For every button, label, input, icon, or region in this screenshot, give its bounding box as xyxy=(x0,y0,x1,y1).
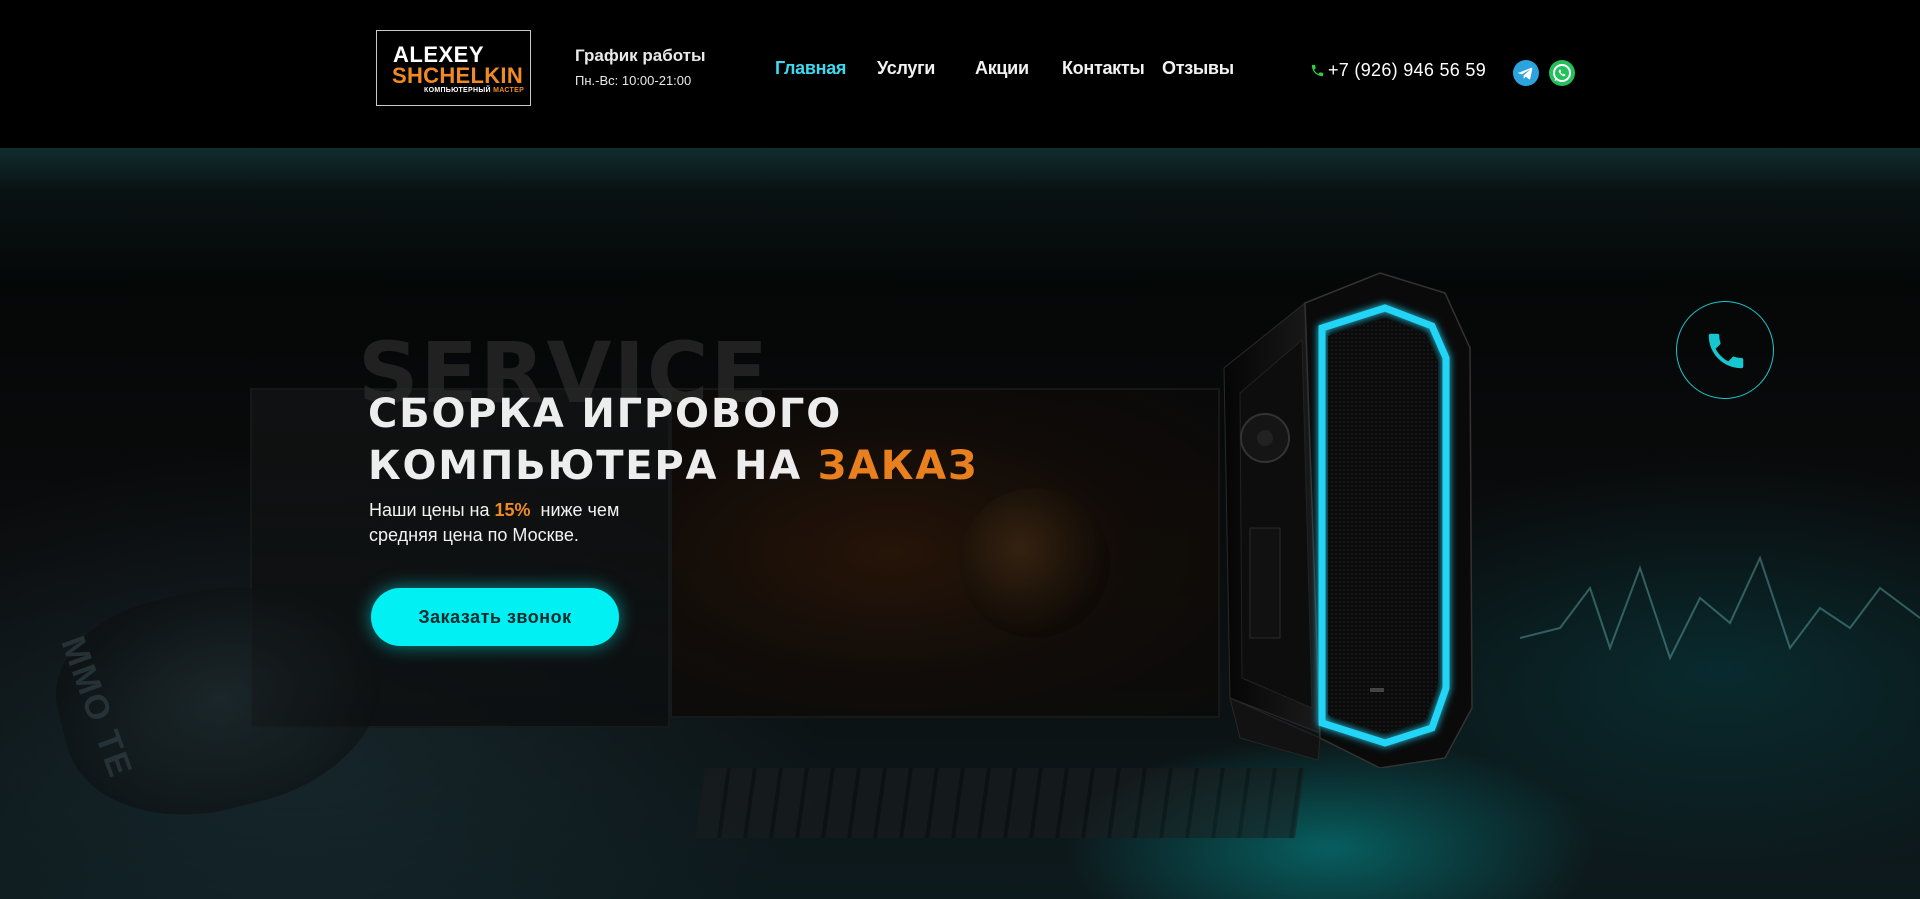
background-planet xyxy=(960,488,1110,638)
subtext-suffix: ниже чем xyxy=(530,500,620,520)
logo-tagline: КОМПЬЮТЕРНЫЙ МАСТЕР xyxy=(424,87,524,94)
headline-line2-prefix: КОМПЬЮТЕРА НА xyxy=(368,443,818,489)
telegram-icon[interactable] xyxy=(1513,60,1539,86)
schedule-hours: Пн.-Вс: 10:00-21:00 xyxy=(575,73,692,88)
schedule-title: График работы xyxy=(575,46,706,65)
site-header: ALEXEY SHCHELKIN КОМПЬЮТЕРНЫЙ МАСТЕР Гра… xyxy=(0,0,1920,148)
hero-subtext: Наши цены на 15% ниже чем средняя цена п… xyxy=(369,498,619,548)
logo-tagline-white: КОМПЬЮТЕРНЫЙ xyxy=(424,87,491,94)
subtext-line2: средняя цена по Москве. xyxy=(369,525,579,545)
logo-name-last: SHCHELKIN xyxy=(392,63,524,88)
hero-section: MMO TE SERVICE СБОРКА ИГРОВОГО КОМПЬЮТЕР… xyxy=(0,148,1920,899)
hero-top-glow xyxy=(0,148,1920,188)
order-call-button[interactable]: Заказать звонок xyxy=(371,588,619,646)
work-schedule: График работы Пн.-Вс: 10:00-21:00 xyxy=(575,46,706,88)
logo[interactable]: ALEXEY SHCHELKIN КОМПЬЮТЕРНЫЙ МАСТЕР xyxy=(376,30,531,106)
headline-line1: СБОРКА ИГРОВОГО xyxy=(368,391,843,437)
background-keyboard xyxy=(695,768,1305,838)
nav-item-contacts[interactable]: Контакты xyxy=(1062,58,1145,79)
floating-call-button[interactable] xyxy=(1676,301,1774,399)
logo-tagline-orange: МАСТЕР xyxy=(493,87,525,94)
phone-icon xyxy=(1708,333,1744,369)
nav-item-home[interactable]: Главная xyxy=(775,58,846,79)
phone-icon xyxy=(1311,64,1324,77)
subtext-percent: 15% xyxy=(494,500,531,520)
gaming-pc-image xyxy=(1223,272,1473,768)
nav-item-reviews[interactable]: Отзывы xyxy=(1162,58,1234,79)
subtext-prefix: Наши цены на xyxy=(369,500,495,520)
phone-number[interactable]: +7 (926) 946 56 59 xyxy=(1328,60,1486,81)
background-wave xyxy=(1520,555,1920,661)
headline-accent: ЗАКАЗ xyxy=(817,443,979,489)
header-phone[interactable]: +7 (926) 946 56 59 xyxy=(1310,60,1486,81)
hero-headline: СБОРКА ИГРОВОГО КОМПЬЮТЕРА НА ЗАКАЗ xyxy=(368,388,978,492)
nav-item-promotions[interactable]: Акции xyxy=(975,58,1029,79)
whatsapp-icon[interactable] xyxy=(1549,60,1575,86)
nav-item-services[interactable]: Услуги xyxy=(877,58,935,79)
